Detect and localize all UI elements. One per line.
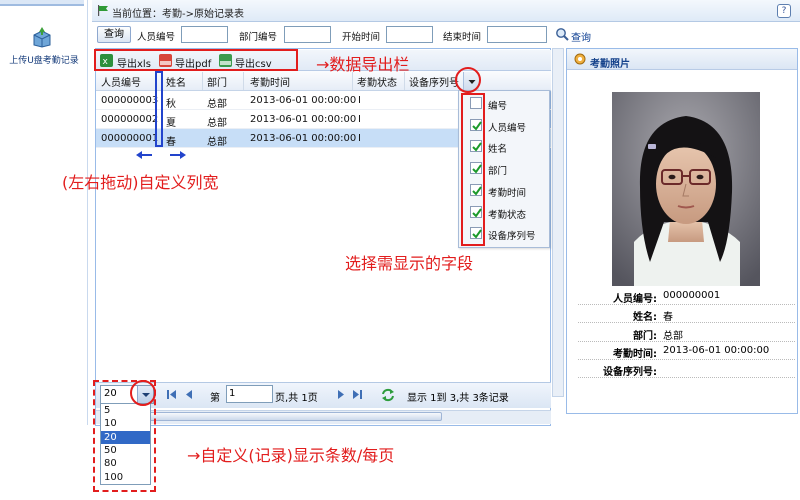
field-checkboxes-highlight [461, 93, 485, 246]
column-option-label: 人员编号 [488, 122, 527, 134]
end-time-label: 结束时间 [443, 32, 482, 43]
query-button[interactable]: 查询 [97, 26, 131, 43]
select-fields-annotation: 选择需显示的字段 [345, 254, 474, 273]
info-divider [578, 322, 795, 324]
cell-person-id: 000000003 [101, 95, 159, 106]
start-time-label: 开始时间 [342, 32, 381, 43]
column-menu-button-highlight [455, 67, 481, 93]
col-attendance-time[interactable]: 考勤时间 [250, 74, 290, 89]
col-divider[interactable] [243, 72, 244, 90]
col-name[interactable]: 姓名 [166, 74, 186, 89]
refresh-icon[interactable] [381, 388, 395, 402]
export-bar-highlight [94, 49, 298, 71]
cell-department: 总部 [207, 118, 227, 129]
column-option-label: 设备序列号 [488, 231, 536, 243]
search-link[interactable]: 查询 [571, 29, 591, 44]
photo-panel-title: 考勤照片 [590, 59, 630, 70]
info-value: 总部 [663, 330, 683, 342]
dept-id-label: 部门编号 [239, 32, 278, 43]
flag-icon [97, 5, 109, 16]
column-width-annotation: (左右拖动)自定义列宽 [62, 173, 219, 192]
info-divider [578, 304, 795, 305]
cell-status: I [358, 114, 361, 125]
cell-department: 总部 [207, 99, 227, 110]
person-id-input[interactable] [181, 26, 228, 43]
column-option-label: 考勤时间 [488, 187, 527, 199]
export-bar-annotation: →数据导出栏 [316, 55, 410, 74]
col-attendance-status[interactable]: 考勤状态 [357, 74, 397, 89]
cell-department: 总部 [207, 137, 227, 148]
cell-name: 夏 [166, 118, 176, 129]
drag-arrows-icon [136, 150, 186, 160]
column-resize-highlight [155, 71, 163, 147]
help-icon[interactable]: ? [777, 4, 791, 18]
info-divider [578, 358, 795, 360]
cell-name: 春 [166, 137, 176, 148]
cell-person-id: 000000001 [101, 133, 159, 144]
upload-box-icon[interactable] [30, 26, 54, 48]
last-page-icon[interactable] [352, 389, 363, 400]
scroll-thumb[interactable] [112, 412, 442, 421]
page-total-text: 页,共 1页 [275, 393, 318, 404]
col-divider[interactable] [202, 72, 203, 90]
info-label: 部门: [633, 330, 657, 342]
column-option-label: 姓名 [488, 144, 508, 156]
column-option-label: 考勤状态 [488, 209, 527, 221]
search-icon[interactable] [555, 27, 569, 41]
cell-person-id: 000000002 [101, 114, 159, 125]
info-label: 人员编号: [613, 294, 657, 305]
record-count-text: 显示 1到 3,共 3条记录 [407, 393, 509, 404]
info-divider [578, 340, 795, 342]
sidebar-tab-strip [0, 0, 84, 6]
photo-panel-icon [574, 53, 586, 65]
end-time-input[interactable] [487, 26, 547, 43]
info-label: 姓名: [633, 312, 657, 324]
column-option-label: 部门 [488, 166, 508, 178]
upload-usb-records-link[interactable]: 上传U盘考勤记录 [2, 53, 86, 66]
first-page-icon[interactable] [166, 389, 177, 400]
info-label: 考勤时间: [613, 348, 657, 360]
col-person-id[interactable]: 人员编号 [101, 74, 141, 89]
info-value: 000000001 [663, 290, 721, 301]
breadcrumb: 当前位置：考勤->原始记录表 [112, 9, 244, 20]
start-time-input[interactable] [386, 26, 433, 43]
column-option-label: 编号 [488, 101, 508, 112]
col-device-serial[interactable]: 设备序列号 [409, 74, 459, 89]
person-id-label: 人员编号 [137, 32, 176, 43]
dept-id-input[interactable] [284, 26, 331, 43]
col-department[interactable]: 部门 [207, 74, 227, 89]
page-label: 第 [210, 393, 220, 404]
info-label: 设备序列号: [603, 367, 657, 379]
vertical-scrollbar[interactable] [552, 48, 564, 397]
cell-name: 秋 [166, 99, 176, 110]
cell-status: I [358, 95, 361, 106]
cell-time: 2013-06-01 00:00:00 [250, 133, 357, 144]
page-size-highlight [93, 380, 156, 492]
info-value: 春 [663, 312, 673, 324]
attendance-photo [612, 92, 760, 286]
next-page-icon[interactable] [335, 389, 346, 400]
cell-time: 2013-06-01 00:00:00 [250, 95, 357, 106]
info-value: 2013-06-01 00:00:00 [663, 344, 770, 356]
page-size-annotation: →自定义(记录)显示条数/每页 [187, 446, 395, 465]
info-divider [578, 377, 795, 379]
cell-status: I [358, 133, 361, 144]
cell-time: 2013-06-01 00:00:00 [250, 114, 357, 125]
page-number-input[interactable]: 1 [226, 385, 273, 403]
prev-page-icon[interactable] [184, 389, 195, 400]
